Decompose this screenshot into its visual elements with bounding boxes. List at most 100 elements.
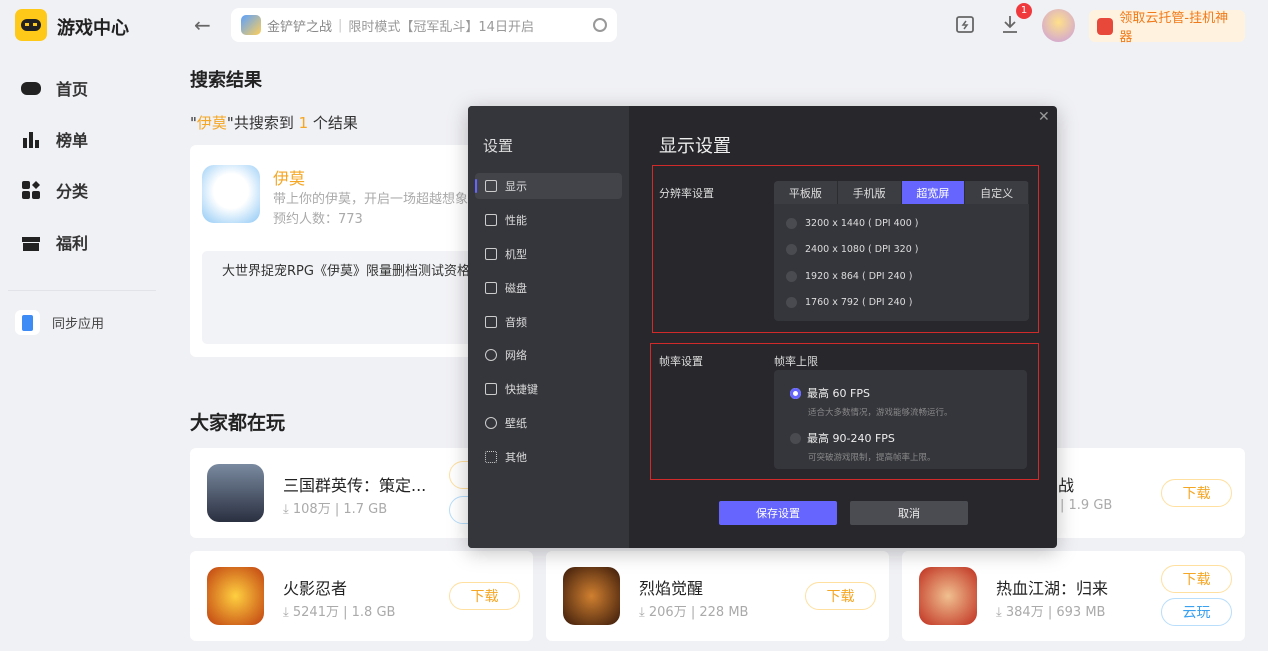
menu-item-other[interactable]: 其他 xyxy=(475,444,622,470)
avatar[interactable] xyxy=(1042,9,1075,42)
result-news: 大世界捉宠RPG《伊莫》限量删档测试资格 xyxy=(202,251,492,344)
download-icon[interactable] xyxy=(1001,14,1019,39)
sidebar-item-label: 福利 xyxy=(56,230,88,254)
promo-label: 领取云托管-挂机神器 xyxy=(1119,7,1237,45)
fps-option-high[interactable]: 最高 90-240 FPS xyxy=(790,430,1011,446)
fps-desc: 适合大多数情况，游戏能够流畅运行。 xyxy=(808,406,1011,418)
resolution-tabs: 平板版 手机版 超宽屏 自定义 3200 x 1440 ( DPI 400 ) … xyxy=(774,181,1029,321)
sidebar-item-home[interactable]: 首页 xyxy=(20,76,88,100)
download-button[interactable]: 下载 xyxy=(1161,479,1232,507)
radio[interactable] xyxy=(786,244,797,255)
sidebar-item-welfare[interactable]: 福利 xyxy=(20,230,88,254)
search-separator: | xyxy=(338,18,342,33)
tab-ultrawide[interactable]: 超宽屏 xyxy=(902,181,966,204)
bar-chart-icon xyxy=(20,128,42,150)
menu-item-disk[interactable]: 磁盘 xyxy=(475,275,622,301)
tab-phone[interactable]: 手机版 xyxy=(838,181,902,204)
tab-tablet[interactable]: 平板版 xyxy=(774,181,838,204)
resolution-option[interactable]: 1760 x 792 ( DPI 240 ) xyxy=(774,290,1029,317)
globe-icon xyxy=(485,349,497,361)
download-badge: 1 xyxy=(1016,3,1032,19)
app-logo xyxy=(15,9,47,41)
radio-selected[interactable] xyxy=(790,388,801,399)
result-desc: 带上你的伊莫，开启一场超越想象 xyxy=(273,188,468,207)
search-promo: 限时模式【冠军乱斗】14日开启 xyxy=(348,16,534,35)
cloud-hosting-button[interactable]: 领取云托管-挂机神器 xyxy=(1089,10,1245,42)
cloud-play-button[interactable]: 云玩 xyxy=(1161,598,1232,626)
sidebar-item-label: 分类 xyxy=(56,178,88,202)
game-name: 烈焰觉醒 xyxy=(639,575,703,599)
resolution-option[interactable]: 2400 x 1080 ( DPI 320 ) xyxy=(774,237,1029,264)
popular-heading: 大家都在玩 xyxy=(190,408,285,435)
game-icon xyxy=(207,464,264,522)
sync-apps-button[interactable]: 同步应用 xyxy=(15,310,104,335)
menu-item-performance[interactable]: 性能 xyxy=(475,207,622,233)
game-icon xyxy=(919,567,977,625)
panel-title: 显示设置 xyxy=(659,132,731,158)
game-icon xyxy=(241,15,261,35)
radio[interactable] xyxy=(786,271,797,282)
game-name: 火影忍者 xyxy=(283,575,347,599)
resolution-option[interactable]: 1920 x 864 ( DPI 240 ) xyxy=(774,263,1029,290)
gift-icon xyxy=(1097,18,1113,35)
gamepad-icon xyxy=(20,77,42,99)
menu-item-wallpaper[interactable]: 壁纸 xyxy=(475,410,622,436)
app-title: 游戏中心 xyxy=(57,14,129,40)
resolution-label: 分辨率设置 xyxy=(659,185,714,201)
menu-item-shortcuts[interactable]: 快捷键 xyxy=(475,376,622,402)
close-icon[interactable]: ✕ xyxy=(1038,109,1050,125)
results-heading: 搜索结果 xyxy=(190,66,262,92)
results-summary: "伊莫"共搜索到 1 个结果 xyxy=(190,112,358,133)
menu-item-network[interactable]: 网络 xyxy=(475,342,622,368)
tab-custom[interactable]: 自定义 xyxy=(965,181,1029,204)
sidebar-item-label: 首页 xyxy=(56,76,88,100)
menu-item-display[interactable]: 显示 xyxy=(475,173,622,199)
radio[interactable] xyxy=(786,297,797,308)
monitor-icon xyxy=(485,180,497,192)
settings-dialog: 设置 显示 性能 机型 磁盘 音频 网络 快捷键 壁纸 其他 ✕ 显示设置 分辨… xyxy=(468,106,1057,548)
gift-icon xyxy=(20,231,42,253)
keyboard-icon xyxy=(485,383,497,395)
sync-label: 同步应用 xyxy=(52,313,104,332)
game-meta: ⤓ 206万 | 228 MB xyxy=(639,601,748,620)
game-meta: ⤓ 384万 | 693 MB xyxy=(996,601,1105,620)
game-name: 三国群英传：策定... xyxy=(283,472,426,496)
search-icon[interactable] xyxy=(593,18,607,32)
radio[interactable] xyxy=(786,218,797,229)
phone-sync-icon xyxy=(15,310,40,335)
sidebar-item-label: 榜单 xyxy=(56,127,88,151)
result-name[interactable]: 伊莫 xyxy=(273,165,305,189)
result-reservations: 预约人数：773 xyxy=(273,208,363,227)
settings-title: 设置 xyxy=(483,135,513,156)
radio[interactable] xyxy=(790,433,801,444)
menu-item-audio[interactable]: 音频 xyxy=(475,309,622,335)
sidebar-item-category[interactable]: 分类 xyxy=(20,178,88,202)
fps-option-60[interactable]: 最高 60 FPS xyxy=(790,385,1011,401)
download-button[interactable]: 下载 xyxy=(805,582,876,610)
settings-menu: 设置 显示 性能 机型 磁盘 音频 网络 快捷键 壁纸 其他 xyxy=(468,106,629,548)
game-meta: | 1.9 GB xyxy=(1060,498,1112,513)
game-icon xyxy=(563,567,620,625)
back-arrow-icon[interactable]: ← xyxy=(194,13,211,37)
download-button[interactable]: 下载 xyxy=(1161,565,1232,593)
pulse-icon xyxy=(485,214,497,226)
resolution-option[interactable]: 3200 x 1440 ( DPI 400 ) xyxy=(774,210,1029,237)
search-input[interactable]: 金铲铲之战 | 限时模式【冠军乱斗】14日开启 xyxy=(231,8,617,42)
menu-item-model[interactable]: 机型 xyxy=(475,241,622,267)
calendar-icon[interactable] xyxy=(955,14,975,39)
game-name: 热血江湖：归来 xyxy=(996,575,1108,599)
download-button[interactable]: 下载 xyxy=(449,582,520,610)
audio-icon xyxy=(485,316,497,328)
resolution-section: 分辨率设置 平板版 手机版 超宽屏 自定义 3200 x 1440 ( DPI … xyxy=(652,165,1039,333)
fps-desc: 可突破游戏限制，提高帧率上限。 xyxy=(808,451,1011,463)
game-icon xyxy=(202,165,260,223)
game-icon xyxy=(207,567,264,625)
sidebar-item-ranking[interactable]: 榜单 xyxy=(20,127,88,151)
save-button[interactable]: 保存设置 xyxy=(719,501,837,525)
apps-grid-icon xyxy=(485,451,497,463)
grid-icon xyxy=(20,179,42,201)
fps-section: 帧率设置 帧率上限 最高 60 FPS 适合大多数情况，游戏能够流畅运行。 最高… xyxy=(650,343,1039,480)
fps-limit-label: 帧率上限 xyxy=(774,353,818,369)
game-name: 战 xyxy=(1058,472,1074,496)
cancel-button[interactable]: 取消 xyxy=(850,501,968,525)
